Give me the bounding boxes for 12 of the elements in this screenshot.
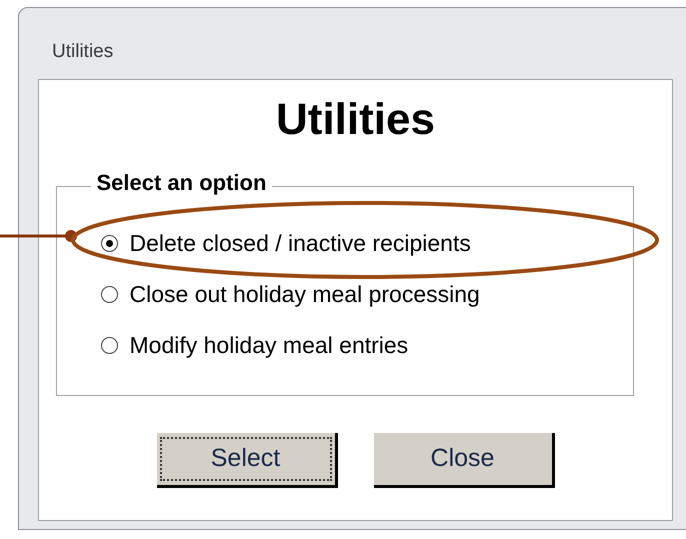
dialog-heading: Utilities [276, 98, 435, 142]
radio-button[interactable] [100, 235, 118, 252]
option-label[interactable]: Modify holiday meal entries [130, 334, 408, 357]
radio-button[interactable] [100, 337, 118, 354]
dialog-button[interactable]: Close [374, 433, 554, 488]
group-legend: Select an option [90, 172, 272, 194]
radio-button[interactable] [100, 286, 118, 303]
option-label[interactable]: Delete closed / inactive recipients [130, 232, 471, 255]
window-title: Utilities [52, 40, 114, 64]
dialog-button[interactable]: Select [156, 433, 338, 488]
option-label[interactable]: Close out holiday meal processing [130, 283, 480, 306]
leader-dot-icon [65, 230, 77, 242]
